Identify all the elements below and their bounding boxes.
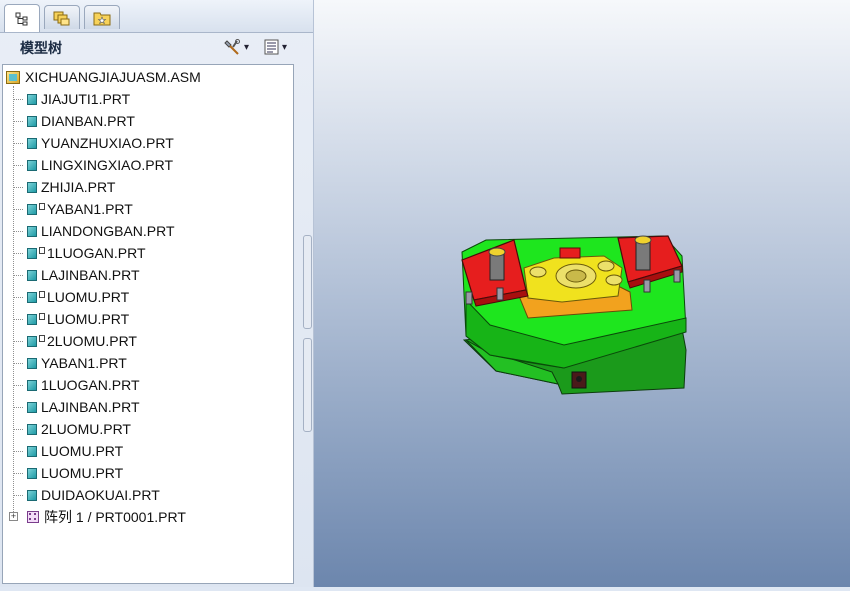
tree-item[interactable]: 2LUOMU.PRT bbox=[3, 330, 137, 352]
tree-item-pattern[interactable]: + 阵列 1 / PRT0001.PRT bbox=[3, 506, 186, 528]
placement-flag-icon bbox=[39, 312, 45, 320]
part-icon bbox=[27, 489, 37, 501]
part-icon bbox=[27, 225, 37, 237]
tree-item[interactable]: LINGXINGXIAO.PRT bbox=[3, 154, 173, 176]
part-icon bbox=[27, 401, 37, 413]
part-icon bbox=[27, 159, 37, 171]
tree-item[interactable]: ZHIJIA.PRT bbox=[3, 176, 115, 198]
tree-item[interactable]: YABAN1.PRT bbox=[3, 352, 127, 374]
favorites-icon bbox=[93, 12, 111, 25]
tab-favorites[interactable] bbox=[84, 5, 120, 29]
folder-browser-icon bbox=[53, 11, 70, 25]
part-icon bbox=[27, 423, 37, 435]
show-options-icon bbox=[264, 39, 279, 55]
tree-settings-button[interactable]: ▾ bbox=[224, 37, 249, 57]
model-tree-panel: 模型树 ▾ ▾ XICHUANGJIAJUASM.ASM JIAJUTI1.PR… bbox=[0, 0, 314, 587]
tree-item[interactable]: 1LUOGAN.PRT bbox=[3, 242, 146, 264]
tree-item[interactable]: LIANDONGBAN.PRT bbox=[3, 220, 175, 242]
navigator-tabs bbox=[0, 0, 313, 33]
panel-resize-handle[interactable] bbox=[303, 235, 312, 329]
part-icon bbox=[27, 181, 37, 193]
tree-item[interactable]: LUOMU.PRT bbox=[3, 462, 123, 484]
tab-folder-browser[interactable] bbox=[44, 5, 80, 29]
chevron-down-icon: ▾ bbox=[282, 41, 288, 53]
part-icon bbox=[27, 335, 37, 347]
part-icon bbox=[27, 357, 37, 369]
show-options-button[interactable]: ▾ bbox=[264, 37, 287, 57]
placement-flag-icon bbox=[39, 334, 45, 342]
tree-item[interactable]: LUOMU.PRT bbox=[3, 440, 123, 462]
model-tree: XICHUANGJIAJUASM.ASM JIAJUTI1.PRT DIANBA… bbox=[2, 64, 294, 584]
part-icon bbox=[27, 269, 37, 281]
tree-root-label: XICHUANGJIAJUASM.ASM bbox=[25, 69, 201, 85]
part-icon bbox=[27, 313, 37, 325]
tree-item[interactable]: JIAJUTI1.PRT bbox=[3, 88, 130, 110]
expand-icon[interactable]: + bbox=[9, 512, 18, 521]
model-tree-icon bbox=[15, 12, 28, 25]
tree-item[interactable]: DIANBAN.PRT bbox=[3, 110, 135, 132]
tree-item[interactable]: 2LUOMU.PRT bbox=[3, 418, 131, 440]
tree-root[interactable]: XICHUANGJIAJUASM.ASM bbox=[6, 66, 201, 88]
panel-resize-handle[interactable] bbox=[303, 338, 312, 432]
assembly-icon bbox=[6, 70, 20, 84]
chevron-down-icon: ▾ bbox=[244, 41, 250, 53]
tab-model-tree[interactable] bbox=[4, 4, 40, 32]
tree-item[interactable]: YUANZHUXIAO.PRT bbox=[3, 132, 174, 154]
placement-flag-icon bbox=[39, 290, 45, 298]
placement-flag-icon bbox=[39, 246, 45, 254]
part-icon bbox=[27, 247, 37, 259]
part-icon bbox=[27, 115, 37, 127]
part-icon bbox=[27, 445, 37, 457]
tree-item[interactable]: 1LUOGAN.PRT bbox=[3, 374, 140, 396]
tree-item[interactable]: DUIDAOKUAI.PRT bbox=[3, 484, 160, 506]
part-icon bbox=[27, 379, 37, 391]
part-icon bbox=[27, 93, 37, 105]
part-icon bbox=[27, 137, 37, 149]
tree-settings-icon bbox=[224, 39, 240, 55]
panel-header: 模型树 ▾ ▾ bbox=[0, 33, 313, 61]
part-icon bbox=[27, 203, 37, 215]
graphics-window[interactable] bbox=[314, 0, 850, 587]
tree-item[interactable]: LAJINBAN.PRT bbox=[3, 396, 140, 418]
tree-item[interactable]: LAJINBAN.PRT bbox=[3, 264, 140, 286]
tree-item[interactable]: LUOMU.PRT bbox=[3, 308, 129, 330]
assembly-model-3d[interactable] bbox=[314, 0, 850, 587]
part-icon bbox=[27, 467, 37, 479]
pattern-icon bbox=[27, 511, 39, 523]
part-icon bbox=[27, 291, 37, 303]
placement-flag-icon bbox=[39, 202, 45, 210]
tree-item[interactable]: YABAN1.PRT bbox=[3, 198, 133, 220]
tree-item[interactable]: LUOMU.PRT bbox=[3, 286, 129, 308]
panel-title: 模型树 bbox=[20, 41, 62, 57]
